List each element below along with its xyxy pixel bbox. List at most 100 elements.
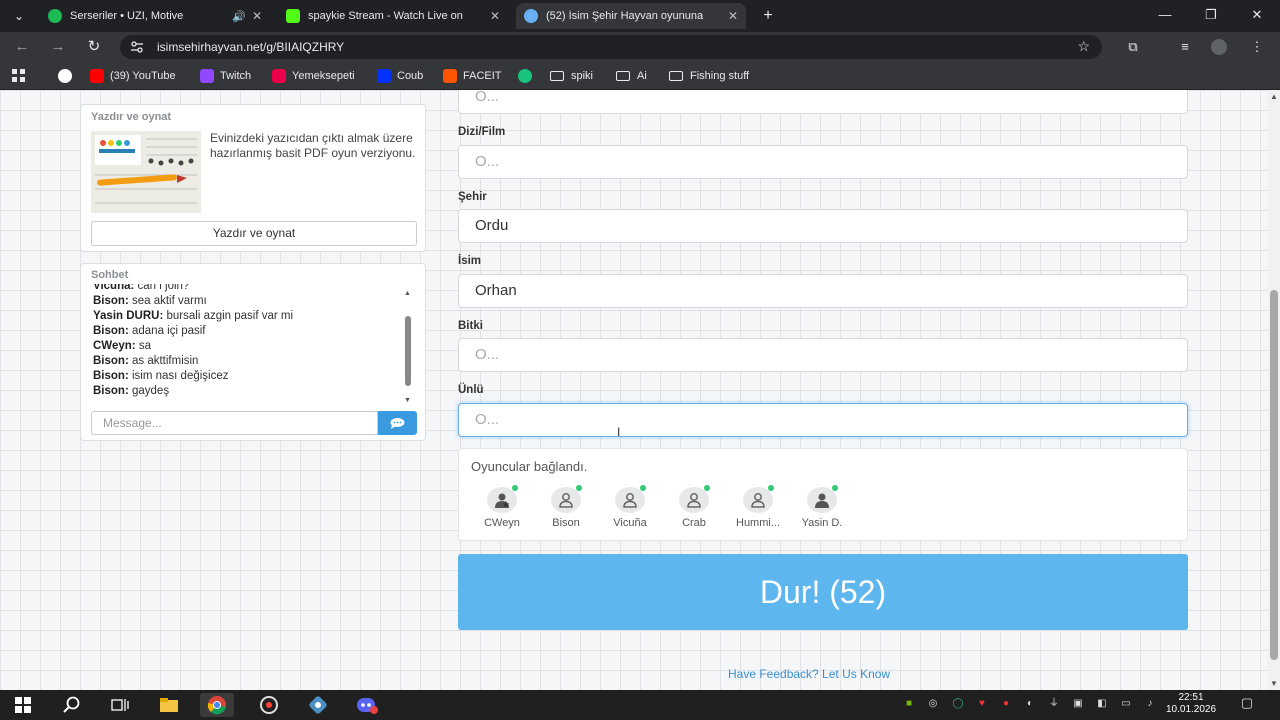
spotify-icon: [48, 9, 62, 23]
volume-icon[interactable]: ♪: [1143, 697, 1157, 711]
print-and-play-button[interactable]: Yazdır ve oynat: [91, 221, 417, 246]
nvidia-tray-icon[interactable]: ■: [902, 697, 916, 711]
new-tab-button[interactable]: +: [756, 5, 780, 27]
tray-app-icon[interactable]: ◯: [951, 697, 965, 711]
close-window-button[interactable]: ✕: [1237, 4, 1277, 26]
player-hummi[interactable]: Hummi...: [728, 485, 788, 535]
system-clock[interactable]: 22:51 10.01.2026: [1166, 692, 1216, 716]
bookmark-star-icon[interactable]: ☆: [1077, 38, 1090, 55]
chatgpt-icon[interactable]: [518, 68, 538, 84]
field-label-isim: İsim: [458, 255, 482, 267]
online-status-dot: [576, 485, 582, 491]
isim-input[interactable]: Orhan: [458, 274, 1188, 308]
search-icon[interactable]: [55, 693, 89, 717]
steelseries-gg-icon[interactable]: [252, 693, 286, 717]
bookmark-folder-fishing[interactable]: Fishing stuff: [669, 68, 749, 84]
bookmark-folder-ai[interactable]: Ai: [616, 68, 647, 84]
dizi-film-input[interactable]: O...: [458, 145, 1188, 179]
scroll-up-arrow-icon[interactable]: ▲: [1270, 92, 1278, 101]
tray-record-icon[interactable]: ●: [999, 697, 1013, 711]
windows-taskbar: ■ ◎ ◯ ♥ ● ◐ ⏚ ▣ ◧ ▭ ♪ 22:51 10.01.2026 ▢: [0, 690, 1280, 720]
google-icon[interactable]: [58, 68, 78, 84]
chrome-taskbar-icon[interactable]: [200, 693, 234, 717]
user-avatar-icon: [807, 485, 838, 513]
app-gear-icon[interactable]: [301, 693, 335, 717]
bookmark-faceit[interactable]: FACEIT: [443, 68, 502, 84]
file-explorer-icon[interactable]: [152, 693, 186, 717]
reload-icon[interactable]: ↻: [82, 36, 106, 58]
bookmark-youtube[interactable]: (39) YouTube: [90, 68, 176, 84]
network-icon[interactable]: ▭: [1119, 697, 1133, 711]
site-settings-icon[interactable]: [130, 40, 144, 54]
send-message-button[interactable]: [378, 411, 417, 435]
task-view-icon[interactable]: [103, 693, 137, 717]
folder-icon: [616, 71, 630, 81]
page-scrollbar-thumb[interactable]: [1270, 290, 1278, 660]
tab-title: Serseriler • UZI, Motive: [70, 10, 184, 22]
tray-app-icon[interactable]: ◐: [1023, 697, 1037, 711]
browser-tab-bar: ⌄ Serseriler • UZI, Motive 🔊 ✕ spaykie S…: [0, 0, 1280, 32]
online-status-dot: [512, 485, 518, 491]
tab-isim-sehir-hayvan[interactable]: (52) İsim Şehir Hayvan oyununa ✕: [516, 3, 746, 29]
close-tab-icon[interactable]: ✕: [490, 9, 500, 23]
player-vicuna[interactable]: Vicuña: [600, 485, 660, 535]
windows-start-icon[interactable]: [6, 693, 40, 717]
scroll-down-arrow-icon[interactable]: ▼: [1270, 679, 1278, 688]
speaker-icon[interactable]: 🔊: [232, 10, 246, 23]
discord-icon[interactable]: [350, 693, 384, 717]
globe-icon: [524, 9, 538, 23]
chat-message-input[interactable]: Message...: [91, 411, 378, 435]
tray-app-icon[interactable]: ▣: [1071, 697, 1085, 711]
address-bar[interactable]: isimsehirhayvan.net/g/BIIAIQZHRY ☆: [120, 35, 1102, 59]
notification-icon[interactable]: ▢: [1240, 696, 1254, 710]
page-scrollbar[interactable]: ▲ ▼: [1268, 90, 1280, 690]
media-control-icon[interactable]: ≡: [1174, 37, 1196, 57]
tab-serseriler[interactable]: Serseriler • UZI, Motive 🔊 ✕: [40, 3, 270, 29]
forward-arrow-icon[interactable]: →: [46, 36, 70, 58]
chat-message: Bison: adana içi pasif: [93, 325, 206, 337]
chat-scrollbar-thumb[interactable]: [405, 316, 411, 386]
player-crab[interactable]: Crab: [664, 485, 724, 535]
chat-panel: Sohbet Vicuña: can i join? Bison: sea ak…: [80, 263, 426, 441]
user-avatar-icon: [743, 485, 774, 513]
back-arrow-icon[interactable]: ←: [10, 36, 34, 58]
bookmark-yemeksepeti[interactable]: Yemeksepeti: [272, 68, 355, 84]
apps-grid-icon[interactable]: [12, 68, 26, 84]
bookmark-coub[interactable]: Coub: [377, 68, 423, 84]
bitki-input[interactable]: O...: [458, 338, 1188, 372]
chat-panel-title: Sohbet: [91, 269, 129, 281]
close-tab-icon[interactable]: ✕: [728, 9, 738, 23]
tray-app-icon[interactable]: ♥: [975, 697, 989, 711]
chat-scrollbar[interactable]: ▲ ▼: [403, 290, 413, 404]
close-tab-icon[interactable]: ✕: [252, 9, 262, 23]
unlu-input[interactable]: O...: [458, 403, 1188, 437]
player-yasin[interactable]: Yasin D.: [792, 485, 852, 535]
usb-icon[interactable]: ⏚: [1047, 697, 1061, 711]
url-text[interactable]: isimsehirhayvan.net/g/BIIAIQZHRY: [157, 40, 344, 54]
player-bison[interactable]: Bison: [536, 485, 596, 535]
tray-app-icon[interactable]: ◧: [1095, 697, 1109, 711]
page-content: Yazdır ve oynat Evinizdeki yazıcıdan çık…: [0, 90, 1268, 690]
extensions-icon[interactable]: ⧉: [1122, 37, 1144, 57]
chat-log[interactable]: Vicuña: can i join? Bison: sea aktif var…: [93, 284, 393, 402]
tab-search-chevron-icon[interactable]: ⌄: [8, 6, 30, 26]
menu-kebab-icon[interactable]: ⋮: [1246, 37, 1268, 57]
clock-time: 22:51: [1178, 692, 1204, 703]
bookmark-twitch[interactable]: Twitch: [200, 68, 251, 84]
chat-message: Bison: gaydeş: [93, 385, 170, 397]
minimize-button[interactable]: —: [1145, 4, 1185, 26]
feedback-link[interactable]: Have Feedback? Let Us Know: [728, 667, 890, 681]
tab-title: (52) İsim Şehir Hayvan oyununa: [546, 10, 704, 22]
restore-button[interactable]: ❐: [1191, 4, 1231, 26]
player-cweyn[interactable]: CWeyn: [472, 485, 532, 535]
tab-spaykie-stream[interactable]: spaykie Stream - Watch Live on ✕: [278, 3, 508, 29]
sehir-input[interactable]: Ordu: [458, 209, 1188, 243]
tray-app-icon[interactable]: ◎: [926, 697, 940, 711]
chat-bubble-icon: [390, 418, 405, 429]
bookmark-folder-spiki[interactable]: spiki: [550, 68, 593, 84]
profile-avatar-icon[interactable]: [1208, 37, 1230, 57]
category-input-top[interactable]: O...: [458, 90, 1188, 114]
stop-button[interactable]: Dur! (52): [458, 554, 1188, 630]
user-avatar-icon: [551, 485, 582, 513]
player-name: Bison: [552, 517, 580, 529]
